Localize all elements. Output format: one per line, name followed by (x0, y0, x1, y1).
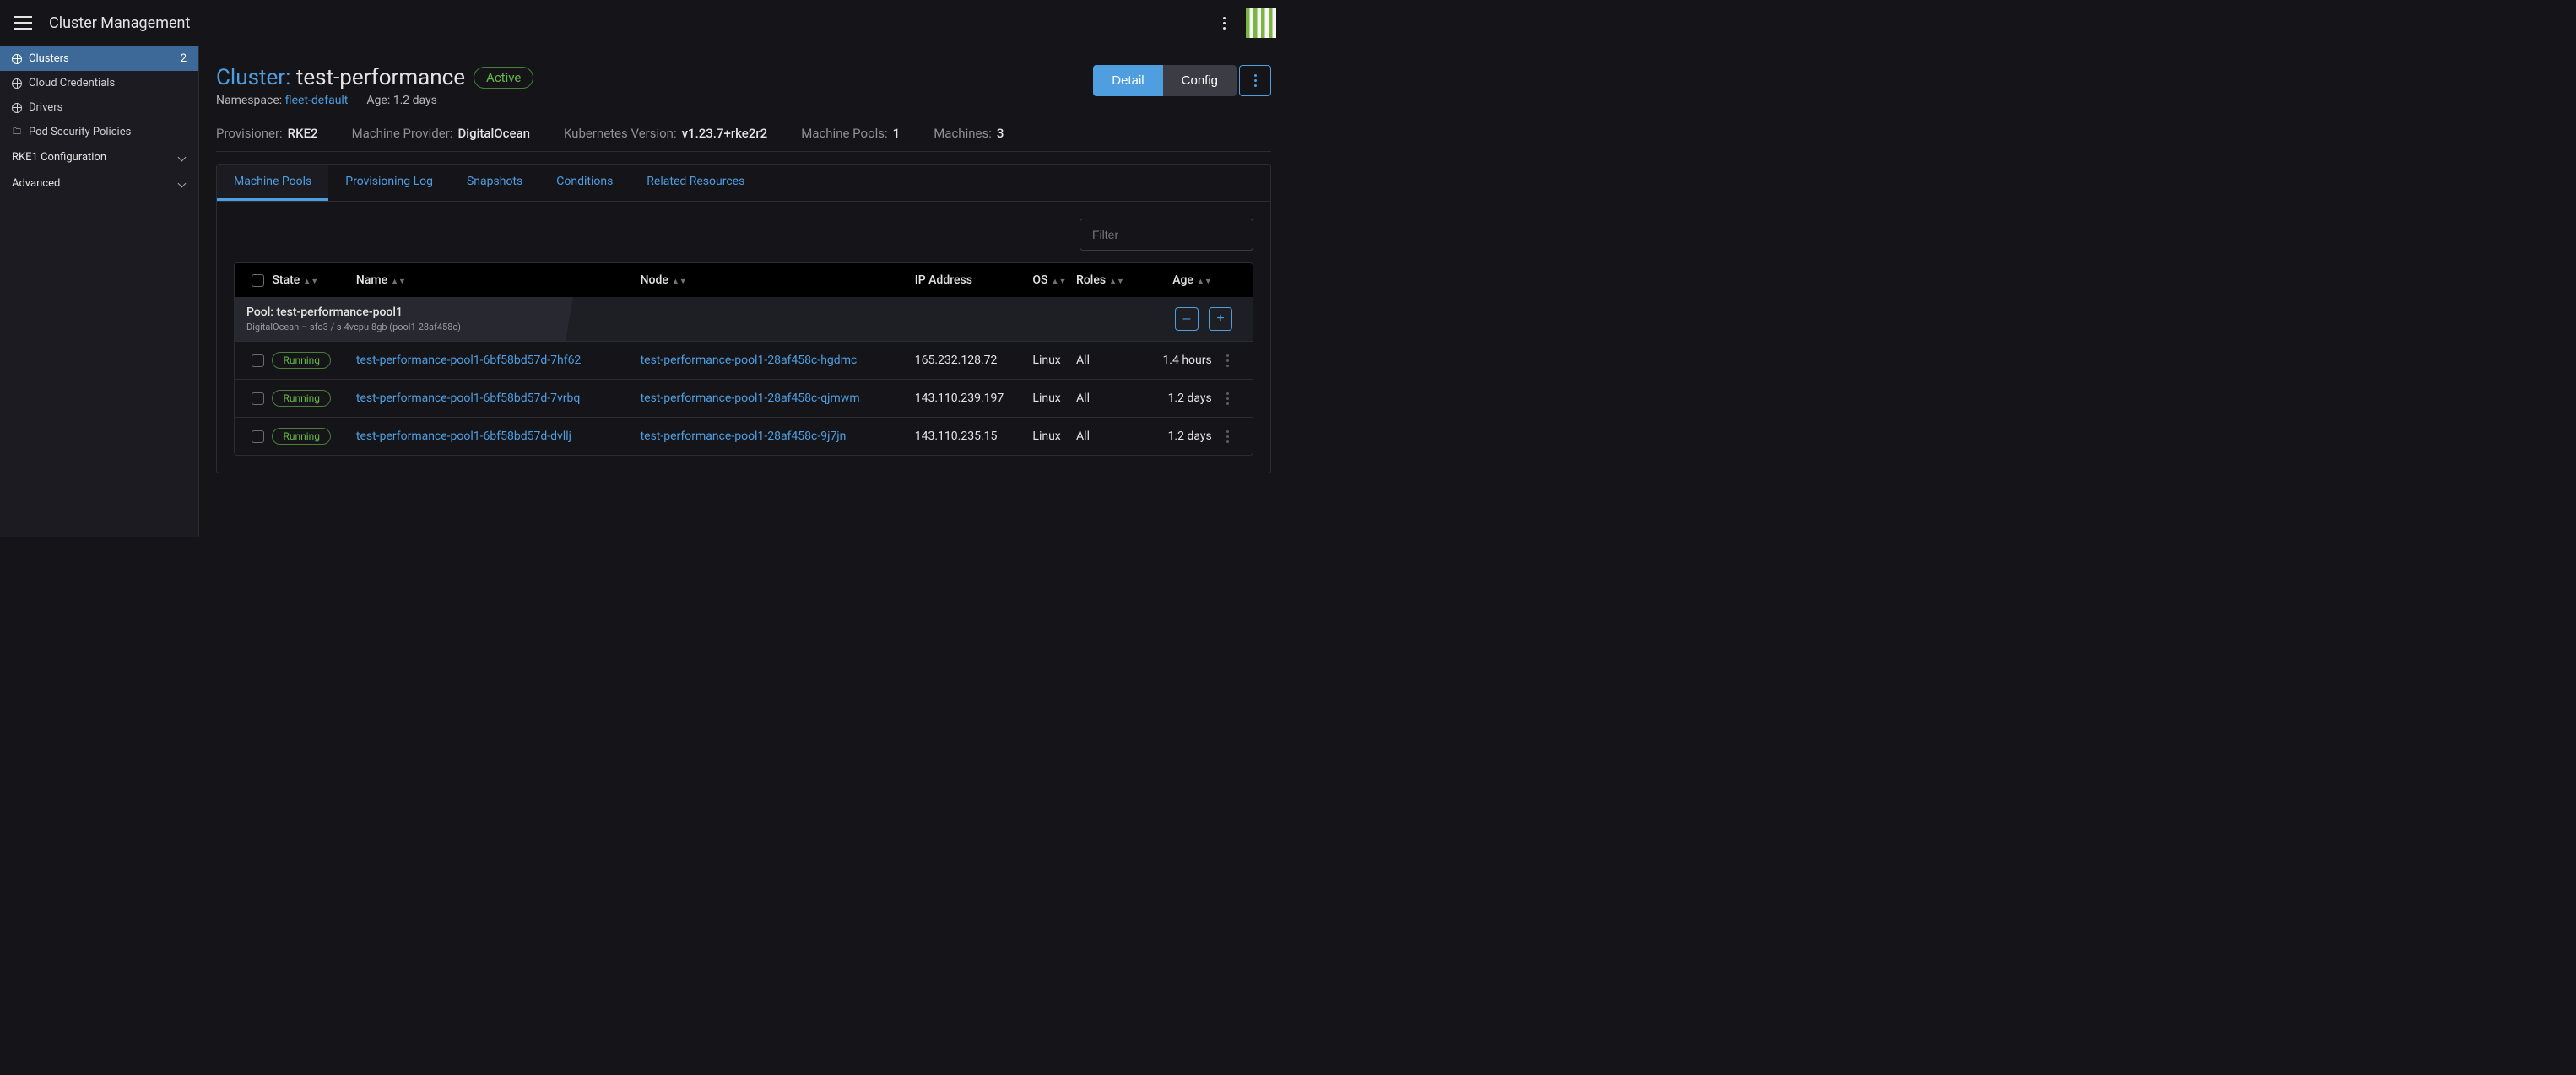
scale-down-button[interactable]: – (1175, 307, 1199, 331)
status-badge: Active (474, 67, 533, 89)
row-kebab-icon[interactable] (1221, 392, 1235, 405)
table-row: Running test-performance-pool1-6bf58bd57… (235, 418, 1253, 455)
tab-snapshots[interactable]: Snapshots (450, 165, 539, 201)
globe-icon (12, 103, 22, 113)
row-kebab-icon[interactable] (1221, 354, 1235, 367)
sort-icon: ▲▼ (672, 280, 687, 284)
page-title: Cluster: test-performance Active (216, 65, 533, 90)
info-row: Provisioner:RKE2 Machine Provider:Digita… (216, 111, 1271, 152)
detail-button[interactable]: Detail (1093, 65, 1162, 96)
sidebar-item-label: Pod Security Policies (29, 126, 131, 138)
col-name[interactable]: Name▲▼ (356, 273, 641, 287)
chevron-down-icon (178, 154, 187, 162)
col-state[interactable]: State▲▼ (272, 273, 355, 287)
state-badge: Running (272, 352, 331, 369)
sidebar-item-label: Clusters (29, 52, 69, 65)
table-row: Running test-performance-pool1-6bf58bd57… (235, 342, 1253, 380)
sidebar: Clusters 2 Cloud Credentials Drivers Pod… (0, 46, 199, 538)
row-checkbox[interactable] (252, 392, 264, 405)
row-kebab-icon[interactable] (1221, 430, 1235, 443)
row-checkbox[interactable] (252, 354, 264, 367)
sidebar-item-pod-security-policies[interactable]: Pod Security Policies (0, 120, 198, 144)
machine-name-link[interactable]: test-performance-pool1-6bf58bd57d-7hf62 (356, 354, 581, 367)
tab-conditions[interactable]: Conditions (539, 165, 630, 201)
tab-machine-pools[interactable]: Machine Pools (217, 165, 328, 201)
table-row: Running test-performance-pool1-6bf58bd57… (235, 380, 1253, 418)
os: Linux (1032, 392, 1076, 405)
col-os[interactable]: OS▲▼ (1032, 273, 1076, 287)
age: 1.2 days (1161, 429, 1211, 443)
pool-group-row: Pool: test-performance-pool1 DigitalOcea… (235, 297, 1253, 342)
sidebar-group-advanced[interactable]: Advanced (0, 170, 198, 197)
age: 1.2 days (1161, 392, 1211, 405)
sidebar-item-drivers[interactable]: Drivers (0, 95, 198, 120)
header-kebab-icon[interactable] (1217, 17, 1231, 30)
page-actions-menu[interactable] (1239, 65, 1271, 96)
sort-icon: ▲▼ (1197, 280, 1212, 284)
age: Age: 1.2 days (366, 94, 436, 107)
chevron-down-icon (178, 180, 187, 188)
kebab-icon (1248, 74, 1262, 87)
sort-icon: ▲▼ (1109, 280, 1124, 284)
pool-subtitle: DigitalOcean – sfo3 / s-4vcpu-8gb (pool1… (246, 321, 461, 332)
machine-name-link[interactable]: test-performance-pool1-6bf58bd57d-7vrbq (356, 392, 580, 405)
ip-address: 143.110.235.15 (915, 429, 1033, 443)
node-link[interactable]: test-performance-pool1-28af458c-hgdmc (641, 354, 858, 367)
config-button[interactable]: Config (1163, 65, 1237, 96)
sidebar-item-count: 2 (181, 52, 187, 65)
row-checkbox[interactable] (252, 430, 264, 443)
machines-table: State▲▼ Name▲▼ Node▲▼ IP Address OS▲▼ Ro… (234, 262, 1253, 456)
sort-icon: ▲▼ (1052, 280, 1067, 284)
state-badge: Running (272, 390, 331, 407)
scale-up-button[interactable]: + (1209, 307, 1232, 331)
globe-icon (12, 78, 22, 89)
roles: All (1076, 354, 1161, 367)
machine-name-link[interactable]: test-performance-pool1-6bf58bd57d-dvllj (356, 429, 571, 443)
menu-icon[interactable] (14, 16, 32, 30)
sidebar-item-label: Drivers (29, 101, 62, 114)
os: Linux (1032, 429, 1076, 443)
sidebar-group-rke1[interactable]: RKE1 Configuration (0, 144, 198, 170)
sidebar-group-label: RKE1 Configuration (12, 151, 106, 164)
sidebar-item-clusters[interactable]: Clusters 2 (0, 46, 198, 71)
sidebar-item-label: Cloud Credentials (29, 77, 115, 89)
col-age[interactable]: Age▲▼ (1161, 273, 1211, 287)
pool-title: Pool: test-performance-pool1 (246, 305, 461, 319)
avatar[interactable] (1246, 8, 1276, 38)
tab-provisioning-log[interactable]: Provisioning Log (328, 165, 450, 201)
roles: All (1076, 392, 1161, 405)
sidebar-item-cloud-credentials[interactable]: Cloud Credentials (0, 71, 198, 95)
state-badge: Running (272, 428, 331, 445)
os: Linux (1032, 354, 1076, 367)
header-title: Cluster Management (49, 14, 190, 32)
col-roles[interactable]: Roles▲▼ (1076, 273, 1161, 287)
folder-icon (12, 127, 22, 138)
node-link[interactable]: test-performance-pool1-28af458c-9j7jn (641, 429, 847, 443)
col-node[interactable]: Node▲▼ (641, 273, 915, 287)
namespace: Namespace: fleet-default (216, 94, 348, 107)
node-link[interactable]: test-performance-pool1-28af458c-qjmwm (641, 392, 860, 405)
ip-address: 143.110.239.197 (915, 392, 1033, 405)
select-all-checkbox[interactable] (252, 274, 264, 287)
namespace-link[interactable]: fleet-default (285, 94, 349, 107)
main-content: Cluster: test-performance Active Namespa… (199, 46, 1288, 538)
sort-icon: ▲▼ (391, 280, 406, 284)
sidebar-group-label: Advanced (12, 177, 60, 190)
age: 1.4 hours (1161, 354, 1211, 367)
tab-related-resources[interactable]: Related Resources (630, 165, 761, 201)
filter-input[interactable] (1080, 219, 1253, 251)
ip-address: 165.232.128.72 (915, 354, 1033, 367)
table-header: State▲▼ Name▲▼ Node▲▼ IP Address OS▲▼ Ro… (235, 263, 1253, 297)
roles: All (1076, 429, 1161, 443)
col-ip[interactable]: IP Address (915, 273, 1033, 287)
app-header: Cluster Management (0, 0, 1288, 46)
globe-icon (12, 54, 22, 64)
sort-icon: ▲▼ (303, 280, 318, 284)
tabs: Machine Pools Provisioning Log Snapshots… (217, 165, 1270, 202)
